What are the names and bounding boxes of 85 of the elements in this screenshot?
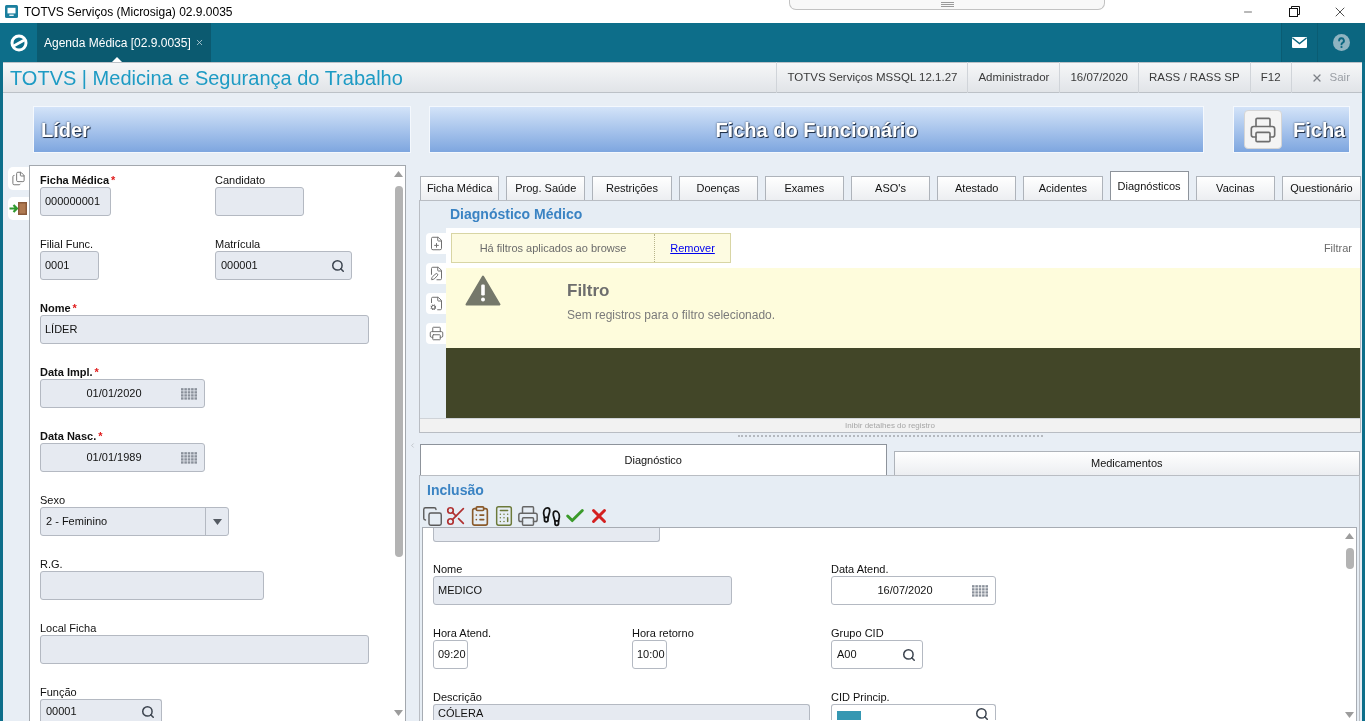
field-label: Descrição [433,691,482,704]
field-label: Filial Func. [40,238,94,251]
calendar-icon[interactable] [972,584,988,597]
lookup-field[interactable] [831,704,996,720]
tab-pointer-icon [112,57,122,62]
arrow-up-icon[interactable] [1345,533,1354,539]
lookup-field[interactable]: A00 [831,640,923,669]
field-label: Matrícula [215,238,261,251]
tab[interactable]: Restrições [592,176,672,200]
company-label: RASS / RASS SP [1148,69,1240,85]
section-title: Diagnóstico Médico [450,205,583,224]
help-icon[interactable] [1333,34,1350,51]
field-label: Ficha Médica * [40,174,116,187]
tab[interactable]: Questionário [1281,176,1362,200]
field-label: Grupo CID [831,627,884,640]
restore-icon[interactable] [1288,6,1300,17]
filter-button[interactable]: Filtrar [1323,239,1352,257]
field-label: Hora Atend. [433,627,492,640]
scissors-icon[interactable] [445,505,467,527]
tab[interactable]: Medicamentos [893,451,1360,475]
shortcut-label[interactable]: F12 [1260,68,1281,87]
footprints-icon[interactable] [541,505,562,527]
window-title: TOTVS Serviços (Microsiga) 02.9.0035 [24,3,233,21]
field-label: Local Ficha [40,622,97,635]
tab[interactable]: Diagnóstico [420,444,887,475]
field-label: Data Nasc. * [40,430,103,443]
date-label: 16/07/2020 [1070,69,1128,85]
arrow-up-icon[interactable] [394,171,403,177]
tab[interactable]: Doenças [678,176,758,200]
section-title: Inclusão [427,482,484,499]
arrow-down-icon[interactable] [394,710,403,716]
app-title: TOTVS | Medicina e Segurança do Trabalho [10,65,403,90]
tab[interactable]: Atestado [937,176,1017,200]
tab[interactable]: Acidentes [1023,176,1103,200]
printer-icon[interactable] [517,505,539,527]
user-label: Administrador [978,69,1050,85]
field-label: Nome [433,563,463,576]
field-label: R.G. [40,558,63,571]
empty-state-message: Sem registros para o filtro selecionado. [567,308,776,322]
arrow-down-icon[interactable] [1345,712,1354,718]
clipboard-icon[interactable] [469,505,491,527]
app-tab[interactable]: Agenda Médica [02.9.0035] [37,23,211,62]
environment-label: TOTVS Serviços MSSQL 12.1.27 [787,69,958,85]
warning-icon [465,275,501,306]
tab[interactable]: Diagnósticos [1109,171,1189,200]
tab[interactable]: Vacinas [1195,176,1275,200]
input-field[interactable]: 09:20 [433,640,468,669]
copy-icon[interactable] [422,505,443,527]
search-icon[interactable] [975,707,989,720]
search-icon[interactable] [902,647,916,662]
grip-icon[interactable] [940,2,954,7]
field-label: Função [40,686,77,699]
field-label: Candidato [215,174,266,187]
calculator-icon[interactable] [493,505,515,527]
field-label: Data Atend. [831,563,889,576]
title-banner: Ficha do Funcionário [429,106,1204,153]
input-field[interactable]: 10:00 [632,640,667,669]
field-label: Sexo [40,494,66,507]
swatch-icon [837,711,861,720]
field-label: Nome * [40,302,77,315]
printer-icon[interactable] [426,323,446,344]
empty-state-title: Filtro [567,281,610,301]
tab[interactable]: ASO's [850,176,931,200]
documents-icon[interactable] [8,167,29,190]
remove-link[interactable]: Remover [670,239,715,257]
tab[interactable]: Ficha Médica [420,176,500,200]
tab[interactable]: Prog. Saúde [506,176,586,200]
close-icon[interactable] [194,38,204,47]
field-label: Hora retorno [632,627,694,640]
file-edit-icon[interactable] [426,263,446,284]
field-label: Data Impl. * [40,366,99,379]
file-gear-icon[interactable] [426,293,446,314]
tab[interactable]: Exames [764,176,844,200]
mail-button[interactable] [1281,23,1317,62]
logo-icon[interactable] [9,33,28,52]
date-field[interactable]: 16/07/2020 [831,576,996,605]
scroll-thumb[interactable] [394,186,403,557]
filter-notice-text: Há filtros aplicados ao browse [479,240,627,256]
app-icon [5,5,18,18]
scroll-thumb[interactable] [1345,548,1354,569]
printer-icon[interactable] [1244,110,1282,149]
field-label: CID Princip. [831,691,890,704]
title-banner: Líder [33,106,411,153]
file-plus-icon[interactable] [426,233,446,254]
mail-icon[interactable] [1292,37,1307,48]
